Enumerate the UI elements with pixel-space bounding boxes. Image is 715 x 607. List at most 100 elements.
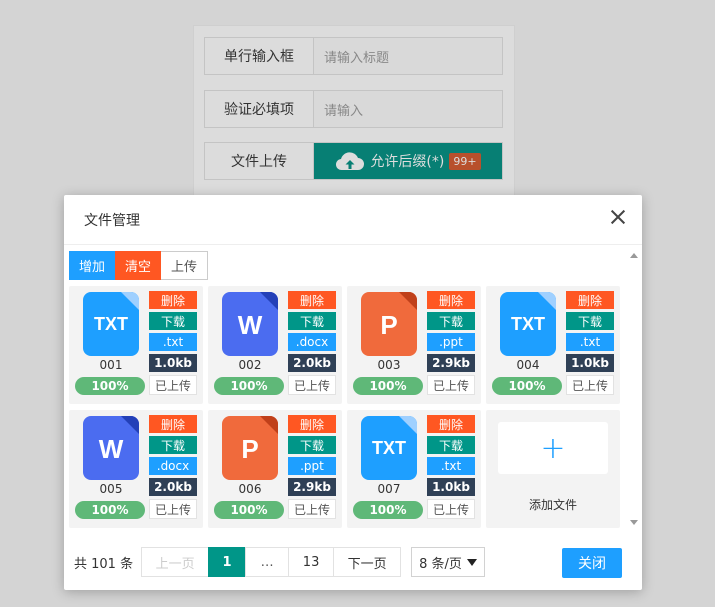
file-name: 002 [238,358,262,372]
upload-status: 已上传 [288,375,336,395]
file-extension-tag: .txt [149,333,197,351]
download-file-button[interactable]: 下载 [149,312,197,330]
file-extension-tag: .ppt [427,333,475,351]
upload-status: 已上传 [427,375,475,395]
file-actions: 删除 下载 .txt 1.0kb [566,291,614,375]
upload-files-button[interactable]: 上传 [161,251,209,280]
add-file-plus-icon[interactable]: + [498,422,608,474]
page-fold [399,416,417,434]
file-extension-tag: .txt [427,457,475,475]
download-file-button[interactable]: 下载 [288,312,336,330]
title-input[interactable]: 请输入标题 [314,38,502,74]
download-file-button[interactable]: 下载 [288,436,336,454]
background-form: 单行输入框 请输入标题 验证必填项 请输入 文件上传 允许后缀(*) 99+ [193,25,515,200]
file-type-glyph: TXT [94,314,128,334]
close-button[interactable]: 关闭 [562,548,622,578]
file-type-glyph: TXT [511,314,545,334]
download-file-button[interactable]: 下载 [566,312,614,330]
page-fold [121,292,139,310]
file-size-tag: 2.9kb [288,478,336,496]
file-card: W 005 100% 删除 下载 .docx 2.0kb 已上传 [69,410,203,528]
file-card: TXT 007 100% 删除下载 .txt 1.0kb 已上传 [347,410,481,528]
file-size-tag: 1.0kb [427,478,475,496]
delete-file-button[interactable]: 删除 [427,291,475,309]
upload-status: 已上传 [149,499,197,519]
scroll-up-arrow-icon[interactable] [630,253,638,258]
file-name: 004 [516,358,540,372]
download-file-button[interactable]: 下载 [149,436,197,454]
form-label-upload: 文件上传 [205,143,314,179]
add-button[interactable]: 增加 [69,251,116,280]
clear-button[interactable]: 清空 [115,251,162,280]
file-name: 007 [377,482,401,496]
upload-button[interactable]: 允许后缀(*) 99+ [314,143,502,179]
page-size-select[interactable]: 8 条/页 [411,547,486,577]
file-extension-tag: .txt [566,333,614,351]
upload-progress: 100% [214,377,284,395]
form-row-title: 单行输入框 请输入标题 [204,37,503,75]
page-fold [538,292,556,310]
file-card: TXT 001 100% 删除 下载 .txt 1.0kb 已上传 [69,286,203,404]
delete-file-button[interactable]: 删除 [566,291,614,309]
file-card: W 002 100% 删除下载 .docx 2.0kb 已上传 [208,286,342,404]
form-label-title: 单行输入框 [205,38,314,74]
page-fold [260,292,278,310]
upload-status: 已上传 [566,375,614,395]
upload-count-badge: 99+ [449,152,481,170]
file-extension-tag: .ppt [288,457,336,475]
file-type-glyph: P [241,434,259,464]
file-actions: 删除下载 .ppt 2.9kb [288,415,336,499]
download-file-button[interactable]: 下载 [427,312,475,330]
file-actions: 删除下载 .docx 2.0kb [288,291,336,375]
delete-file-button[interactable]: 删除 [427,415,475,433]
add-file-label: 添加文件 [528,498,577,512]
file-card: TXT 004 100% 删除 下载 .txt 1.0kb 已上传 [486,286,620,404]
file-actions: 删除 下载 .docx 2.0kb [149,415,197,499]
page-fold [399,292,417,310]
upload-status: 已上传 [427,499,475,519]
next-page-button[interactable]: 下一页 [333,547,402,577]
scrollbar[interactable] [629,249,639,529]
file-type-glyph: W [98,434,124,464]
file-name: 003 [377,358,401,372]
delete-file-button[interactable]: 删除 [288,291,336,309]
file-card: P 003 100% 删除 下载 .ppt 2.9kb 已上传 [347,286,481,404]
upload-progress: 100% [75,501,145,519]
form-row-upload: 文件上传 允许后缀(*) 99+ [204,142,503,180]
file-type-glyph: P [380,310,398,340]
file-manager-dialog: 文件管理 增加 清空 上传 TXT 001 100% 删除 下载 .txt 1.0kb 已上传… [64,195,642,590]
current-page[interactable]: 1 [208,547,247,577]
required-input[interactable]: 请输入 [314,91,502,127]
delete-file-button[interactable]: 删除 [288,415,336,433]
prev-page-button[interactable]: 上一页 [141,547,210,577]
file-actions: 删除下载 .txt 1.0kb [427,415,475,499]
upload-status: 已上传 [149,375,197,395]
txt-file-icon: TXT [361,416,417,480]
download-file-button[interactable]: 下载 [427,436,475,454]
file-name: 006 [238,482,262,496]
delete-file-button[interactable]: 删除 [149,291,197,309]
file-extension-tag: .docx [288,333,336,351]
dialog-body: 增加 清空 上传 TXT 001 100% 删除 下载 .txt 1.0kb 已上传 W 002 1… [64,246,642,531]
page-fold [121,416,139,434]
close-icon[interactable] [610,209,626,225]
file-size-tag: 2.0kb [288,354,336,372]
scroll-down-arrow-icon[interactable] [630,520,638,525]
file-size-tag: 1.0kb [149,354,197,372]
upload-progress: 100% [353,501,423,519]
file-toolbar: 增加 清空 上传 [69,251,209,280]
file-name: 005 [99,482,123,496]
file-name: 001 [99,358,123,372]
file-size-tag: 2.9kb [427,354,475,372]
file-actions: 删除下载 .ppt 2.9kb [427,291,475,375]
form-label-required: 验证必填项 [205,91,314,127]
delete-file-button[interactable]: 删除 [149,415,197,433]
dialog-header: 文件管理 [64,195,642,245]
file-type-glyph: W [237,310,263,340]
dialog-footer: 共 101 条 上一页 1 … 13 下一页 8 条/页 关闭 [64,540,642,590]
dialog-title: 文件管理 [84,212,140,229]
last-page-button[interactable]: 13 [288,547,335,577]
docx-file-icon: W [83,416,139,480]
add-file-card[interactable]: + 添加文件 [486,410,620,528]
upload-status: 已上传 [288,499,336,519]
